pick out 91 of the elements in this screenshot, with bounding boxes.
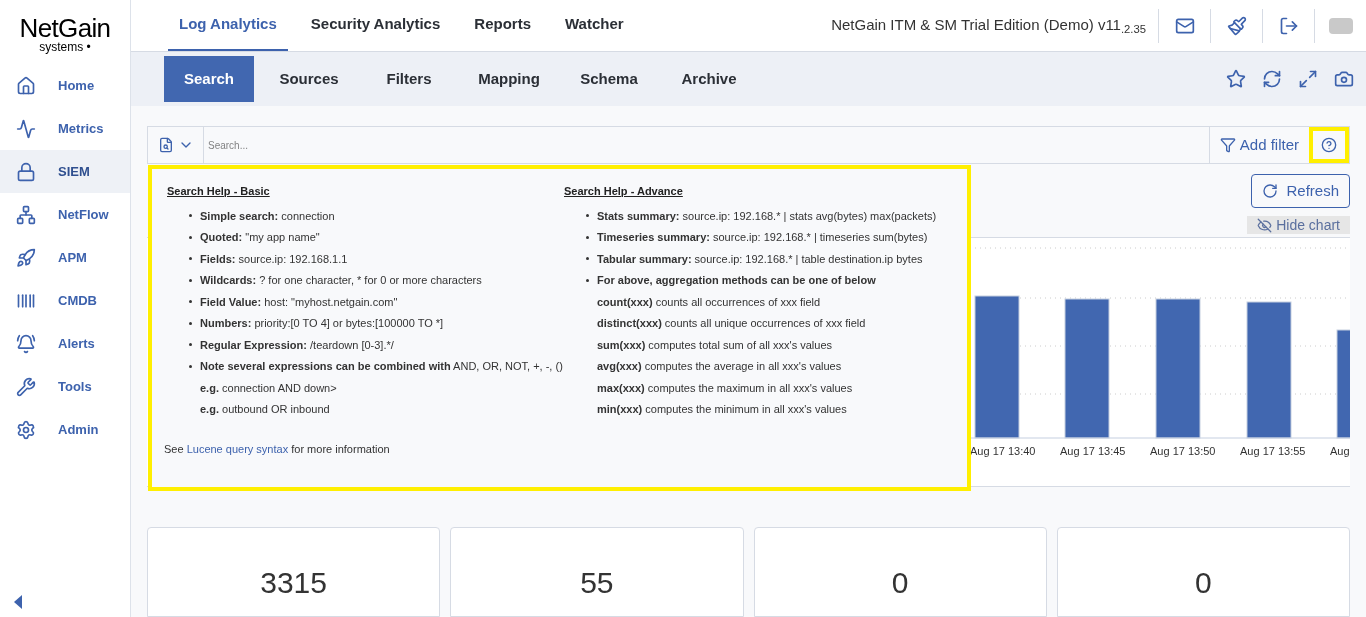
network-icon (16, 204, 36, 225)
help-item: avg(xxx) computes the average in all xxx's values (597, 360, 842, 372)
stat-value: 3315 (260, 568, 327, 601)
star-icon[interactable] (1226, 69, 1246, 89)
sub-tab[interactable]: Sources (264, 56, 354, 102)
help-item: min(xxx) computes the minimum in all xxx's values (597, 403, 847, 415)
bell-icon (16, 333, 36, 354)
stat-value: 0 (1195, 568, 1212, 601)
bullet-icon (189, 300, 192, 304)
expand-icon[interactable] (1298, 69, 1318, 89)
help-heading: Search Help - Advance (564, 184, 684, 199)
axis-label: Aug 17 13:50 (1150, 444, 1217, 459)
help-item: Note several expressions can be combined with AND, OR, NOT, +, -, () (200, 359, 563, 374)
bullet-icon (189, 278, 192, 282)
help-icon (1321, 137, 1337, 153)
search-bar[interactable]: Search... Add filter (147, 126, 1350, 164)
help-item: Tabular summary: source.ip: 192.168.* | table destination.ip bytes (597, 251, 923, 267)
help-item: max(xxx) computes the maximum in all xxx's values (597, 381, 853, 394)
help-item: Field Value: host: "myhost.netgain.com" (200, 294, 398, 310)
help-item: For above, aggregation methods can be one of below (597, 273, 876, 288)
top-tab[interactable]: Security Analytics (299, 0, 452, 51)
sub-tab[interactable]: Search (164, 56, 254, 102)
logo[interactable]: NetGain systems • (0, 0, 130, 60)
logout-icon[interactable] (1278, 15, 1299, 36)
help-item: Stats summary: source.ip: 192.168.* | stats avg(bytes) max(packets) (597, 208, 937, 224)
collapse-caret-icon[interactable] (14, 595, 22, 609)
help-item: Simple search: connection (200, 208, 335, 224)
axis-label: Aug 17 13:40 (970, 444, 1037, 459)
bullet-icon (189, 343, 192, 347)
axis-label: Aug (1330, 444, 1351, 459)
bullet-icon (189, 257, 192, 261)
sidebar-item[interactable]: Metrics (0, 107, 130, 150)
sidebar-item[interactable]: Tools (0, 365, 130, 408)
sidebar-item[interactable]: CMDB (0, 279, 130, 322)
help-item: sum(xxx) computes total sum of all xxx's values (597, 338, 833, 351)
eye-off-icon (1257, 217, 1273, 233)
help-item: e.g. connection AND down> (200, 381, 337, 394)
refresh-button[interactable]: Refresh (1251, 174, 1350, 208)
sidebar-item[interactable]: APM (0, 236, 130, 279)
sub-tab[interactable]: Filters (364, 56, 454, 102)
help-heading: Search Help - Basic (167, 184, 271, 199)
hide-chart-button[interactable]: Hide chart (1247, 216, 1350, 234)
bullet-icon (189, 321, 192, 325)
sub-tab[interactable]: Archive (664, 56, 754, 102)
help-item: Wildcards: ? for one character, * for 0 or more characters (200, 273, 482, 288)
sidebar-item[interactable]: Admin (0, 408, 130, 451)
help-footer: See Lucene query syntax for more information (164, 440, 955, 457)
bullet-icon (586, 278, 589, 282)
top-tab[interactable]: Watcher (554, 0, 635, 51)
help-button[interactable] (1309, 127, 1349, 163)
bullet-icon (586, 257, 589, 261)
file-search-icon (157, 137, 174, 153)
filter-icon (1219, 137, 1236, 153)
axis-label: Aug 17 13:45 (1060, 444, 1127, 459)
top-tab[interactable]: Reports (463, 0, 542, 51)
refresh-icon (1262, 183, 1279, 199)
axis-label: Aug 17 13:55 (1240, 444, 1307, 459)
bullet-icon (586, 235, 589, 239)
settings-icon (16, 419, 36, 440)
sidebar-item[interactable]: Alerts (0, 322, 130, 365)
rocket-icon (16, 247, 36, 268)
help-item: e.g. outbound OR inbound (200, 403, 330, 415)
lock-icon (16, 161, 36, 182)
help-item: distinct(xxx) counts all unique occurrences of xxx field (597, 317, 866, 329)
lucene-link[interactable]: Lucene query syntax (186, 442, 289, 455)
bullet-icon (189, 235, 192, 239)
camera-icon[interactable] (1334, 69, 1354, 89)
help-item: Numbers: priority:[0 TO 4] or bytes:[100000 TO *] (200, 316, 444, 331)
sidebar-item[interactable]: NetFlow (0, 193, 130, 236)
sub-tab[interactable]: Schema (564, 56, 654, 102)
sidebar-item[interactable]: SIEM (0, 150, 130, 193)
pulse-icon (16, 118, 36, 139)
wrench-icon (16, 376, 36, 397)
logo-thumbnail (1328, 17, 1353, 34)
edition-title: NetGain ITM & SM Trial Edition (Demo) v11$_{.2.35}$ (831, 15, 1146, 37)
help-item: Quoted: "my app name" (200, 230, 320, 245)
help-item: Regular Expression: /teardown [0-3].*/ (200, 337, 394, 353)
stat-value: 0 (891, 568, 909, 601)
help-item: Fields: source.ip: 192.168.1.1 (200, 251, 348, 267)
bullet-icon (586, 214, 589, 218)
sub-tab[interactable]: Mapping (464, 56, 554, 102)
help-item: Timeseries summary: source.ip: 192.168.* | timeseries sum(bytes) (597, 230, 928, 245)
refresh-icon[interactable] (1262, 69, 1282, 89)
add-filter-button[interactable]: Add filter (1208, 127, 1309, 163)
home-icon (16, 75, 36, 96)
bullet-icon (189, 364, 192, 368)
stat-value: 55 (580, 568, 614, 601)
help-item: count(xxx) counts all occurrences of xxx field (597, 295, 821, 308)
bullet-icon (189, 214, 192, 218)
sidebar-item[interactable]: Home (0, 64, 130, 107)
brush-icon[interactable] (1226, 15, 1247, 36)
